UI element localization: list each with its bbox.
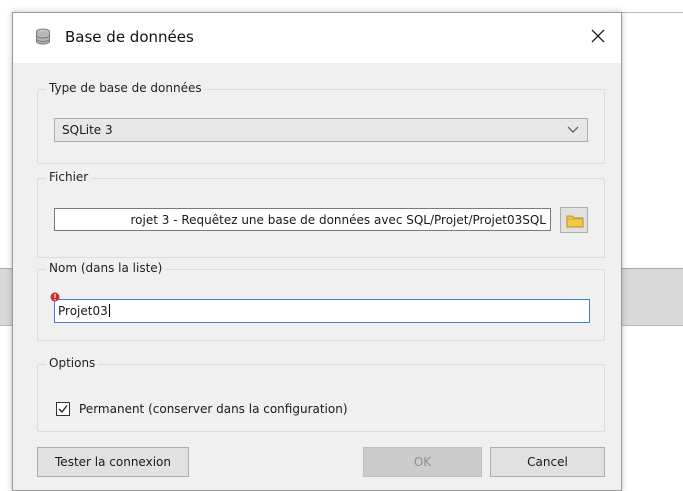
browse-button[interactable] xyxy=(560,207,588,233)
file-group: Fichier rojet 3 - Requêtez une base de d… xyxy=(37,170,605,258)
file-legend: Fichier xyxy=(46,170,92,184)
name-legend: Nom (dans la liste) xyxy=(46,261,166,275)
folder-icon xyxy=(566,215,584,228)
title-bar: Base de données xyxy=(13,13,621,63)
name-group: Nom (dans la liste) Projet03 xyxy=(37,261,605,341)
cancel-button[interactable]: Cancel xyxy=(490,447,605,477)
database-type-group: Type de base de données SQLite 3 xyxy=(37,81,605,164)
permanent-checkbox[interactable] xyxy=(56,402,70,416)
ok-button[interactable]: OK xyxy=(363,447,482,477)
database-icon xyxy=(36,28,50,45)
test-connection-button[interactable]: Tester la connexion xyxy=(37,447,189,477)
permanent-label[interactable]: Permanent (conserver dans la configurati… xyxy=(79,402,348,416)
close-icon[interactable] xyxy=(587,25,609,47)
database-type-select[interactable]: SQLite 3 xyxy=(54,118,588,142)
file-path-field[interactable]: rojet 3 - Requêtez une base de données a… xyxy=(54,208,551,231)
options-legend: Options xyxy=(46,356,99,370)
dialog-title: Base de données xyxy=(65,28,194,46)
database-dialog: Base de données Type de base de données … xyxy=(12,12,622,491)
checkmark-icon xyxy=(58,405,68,414)
chevron-down-icon xyxy=(567,126,579,133)
file-path-value: rojet 3 - Requêtez une base de données a… xyxy=(130,213,547,227)
error-indicator-icon xyxy=(50,292,60,302)
options-group: Options Permanent (conserver dans la con… xyxy=(37,356,605,432)
background-window-edge xyxy=(622,12,683,13)
name-value: Projet03 xyxy=(58,304,110,318)
database-type-legend: Type de base de données xyxy=(46,81,205,95)
database-type-value: SQLite 3 xyxy=(62,123,113,137)
name-input[interactable]: Projet03 xyxy=(54,299,590,323)
